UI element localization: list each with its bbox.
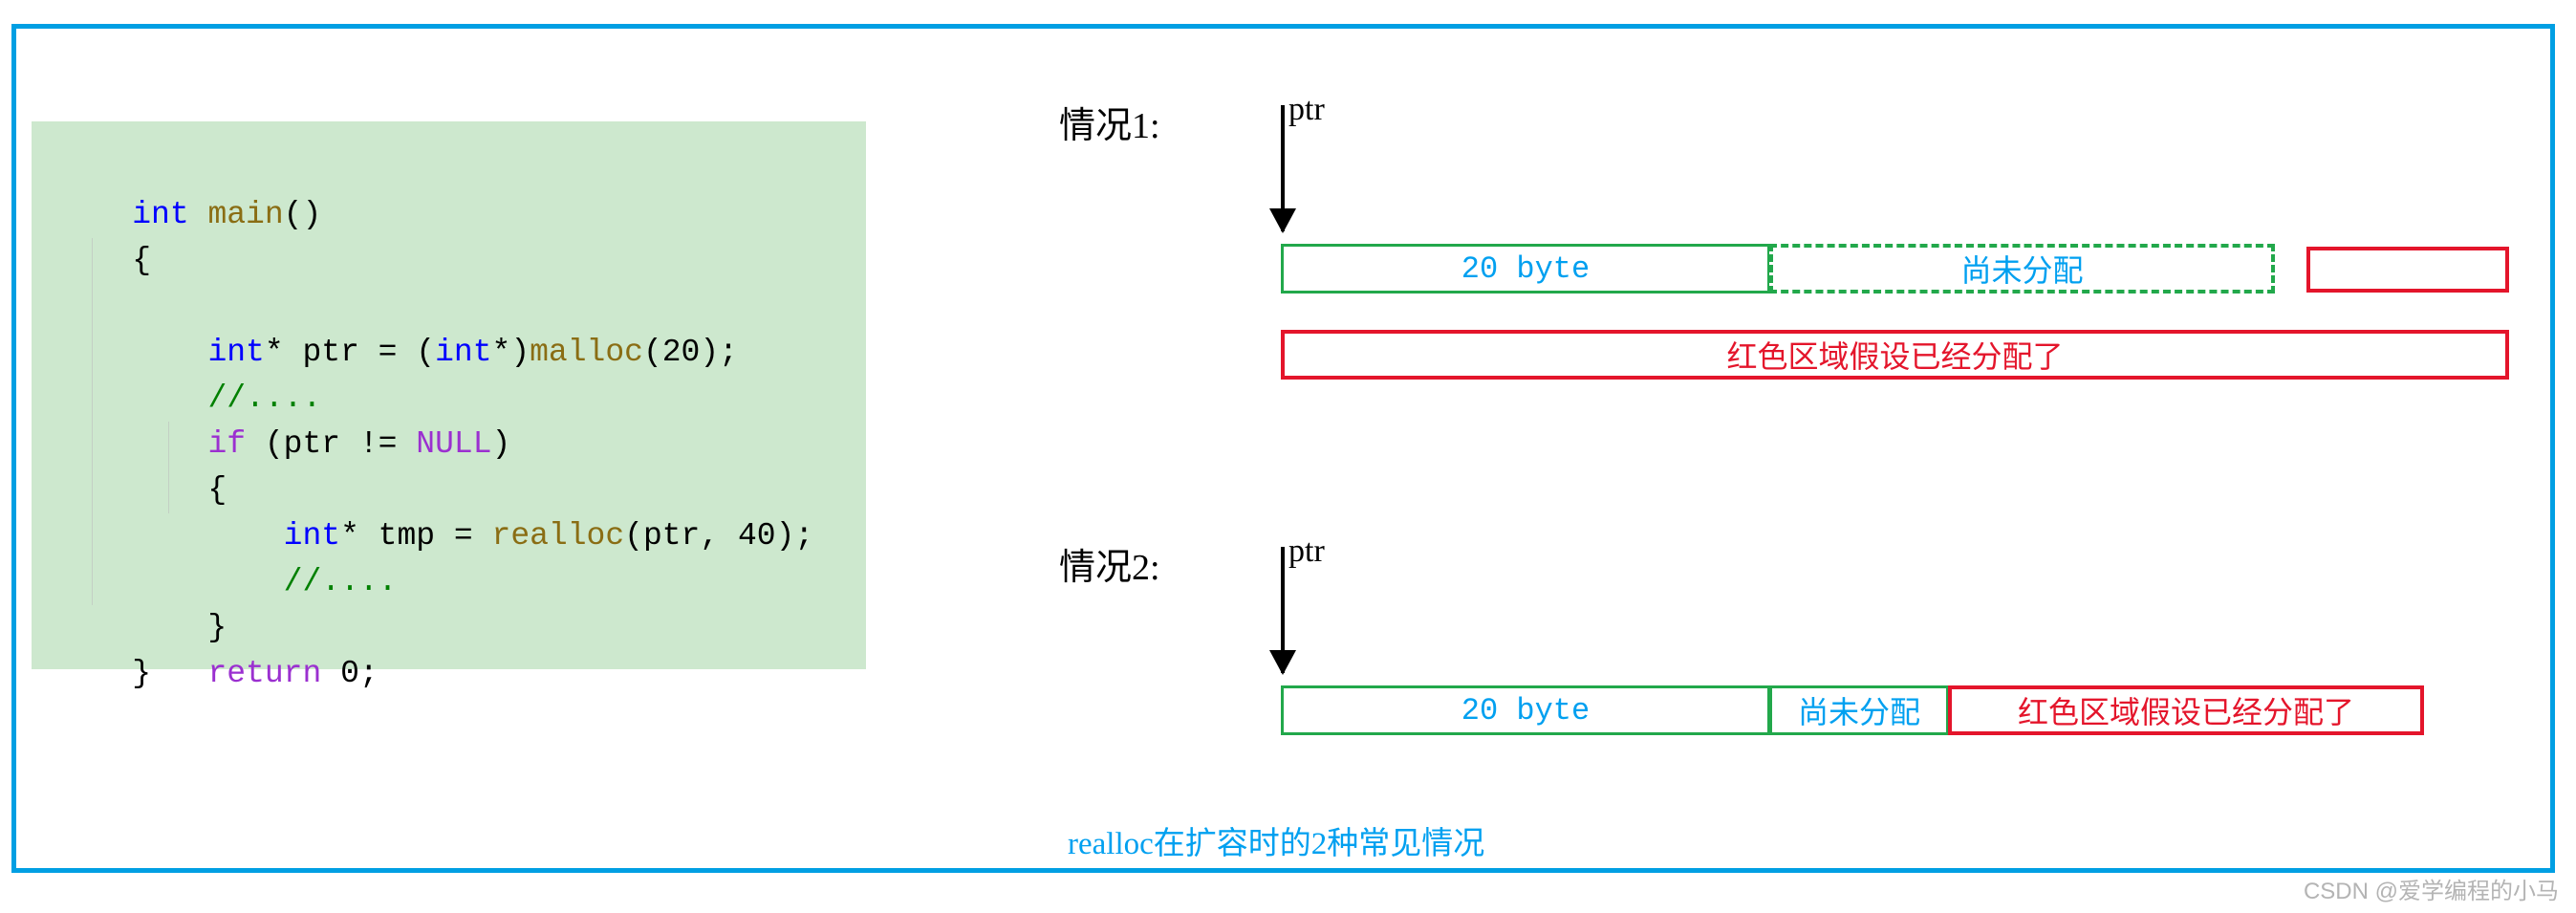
code-line: int main()	[132, 197, 322, 232]
code-line: }	[32, 513, 866, 645]
code-line: //....	[32, 467, 866, 599]
code-line: {	[32, 376, 866, 508]
csdn-watermark: CSDN @爱学编程的小马	[2303, 879, 2559, 904]
code-line: //....	[32, 284, 866, 416]
code-line: int* tmp = realloc(ptr, 40);	[32, 422, 866, 554]
code-line: }	[132, 656, 152, 691]
code-line: return 0;	[32, 559, 866, 691]
code-line: int* ptr = (int*)malloc(20);	[32, 238, 866, 370]
code-line: if (ptr != NULL)	[32, 330, 866, 462]
code-line: {	[132, 243, 152, 278]
code-block: int main() { int* ptr = (int*)malloc(20)…	[32, 121, 866, 691]
